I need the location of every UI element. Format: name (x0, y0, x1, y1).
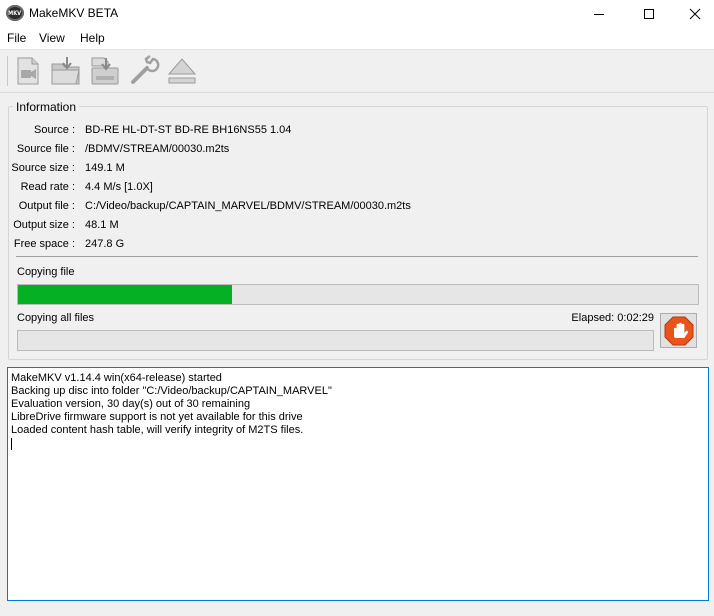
output-size-value: 48.1 M (85, 219, 119, 231)
menu-view[interactable]: View (39, 31, 65, 45)
menu-bar: File View Help (0, 28, 714, 50)
log-line: Evaluation version, 30 day(s) out of 30 … (11, 398, 251, 410)
open-files-icon (17, 57, 39, 85)
source-file-label: Source file : (16, 143, 75, 155)
free-space-value: 247.8 G (85, 238, 125, 250)
minimize-button[interactable] (576, 0, 622, 28)
open-files-button[interactable] (12, 54, 46, 88)
eject-icon (167, 58, 197, 84)
source-file-value: /BDMV/STREAM/00030.m2ts (85, 143, 230, 155)
window-title: MakeMKV BETA (29, 6, 119, 20)
output-file-label: Output file : (18, 200, 75, 212)
settings-wrench-icon (131, 55, 160, 84)
settings-button[interactable] (127, 54, 161, 88)
makemkv-logo-icon: MKV (6, 5, 24, 21)
log-line: LibreDrive firmware support is not yet a… (11, 411, 303, 423)
menu-help[interactable]: Help (80, 31, 105, 45)
total-progress-bar (17, 330, 654, 351)
close-button[interactable] (672, 0, 714, 28)
maximize-icon (644, 9, 654, 19)
open-disc-icon (51, 57, 80, 85)
read-rate-label: Read rate : (20, 181, 75, 193)
file-progress-fill (18, 285, 233, 304)
copying-all-files-label: Copying all files (17, 312, 95, 324)
output-size-label: Output size : (13, 219, 75, 231)
eject-button[interactable] (165, 54, 199, 88)
toolbar (0, 50, 714, 93)
info-divider (16, 256, 698, 257)
read-rate-value: 4.4 M/s [1.0X] (85, 181, 153, 193)
log-line: Backing up disc into folder "C:/Video/ba… (11, 385, 332, 397)
log-line: MakeMKV v1.14.4 win(x64-release) started (11, 372, 222, 384)
toolbar-separator (7, 56, 8, 86)
output-file-value: C:/Video/backup/CAPTAIN_MARVEL/BDMV/STRE… (85, 200, 411, 212)
information-title: Information (13, 100, 80, 114)
minimize-icon (594, 14, 604, 15)
maximize-button[interactable] (626, 0, 672, 28)
log-line: Loaded content hash table, will verify i… (11, 424, 304, 436)
backup-button[interactable] (88, 54, 122, 88)
source-label: Source : (34, 124, 75, 136)
backup-icon (91, 57, 119, 85)
close-icon (689, 8, 701, 20)
source-value: BD-RE HL-DT-ST BD-RE BH16NS55 1.04 (85, 124, 292, 136)
title-bar: MKV MakeMKV BETA (0, 0, 714, 28)
open-disc-button[interactable] (49, 54, 83, 88)
free-space-label: Free space : (13, 238, 75, 250)
elapsed-time: Elapsed: 0:02:29 (571, 312, 654, 324)
stop-button[interactable] (660, 313, 697, 348)
source-size-label: Source size : (11, 162, 75, 174)
menu-file[interactable]: File (7, 31, 26, 45)
source-size-value: 149.1 M (85, 162, 125, 174)
file-progress-bar (17, 284, 699, 305)
log-textarea[interactable]: MakeMKV v1.14.4 win(x64-release) started… (7, 367, 709, 601)
copying-file-label: Copying file (17, 266, 75, 278)
text-caret (11, 438, 12, 450)
stop-hand-icon (664, 316, 693, 345)
